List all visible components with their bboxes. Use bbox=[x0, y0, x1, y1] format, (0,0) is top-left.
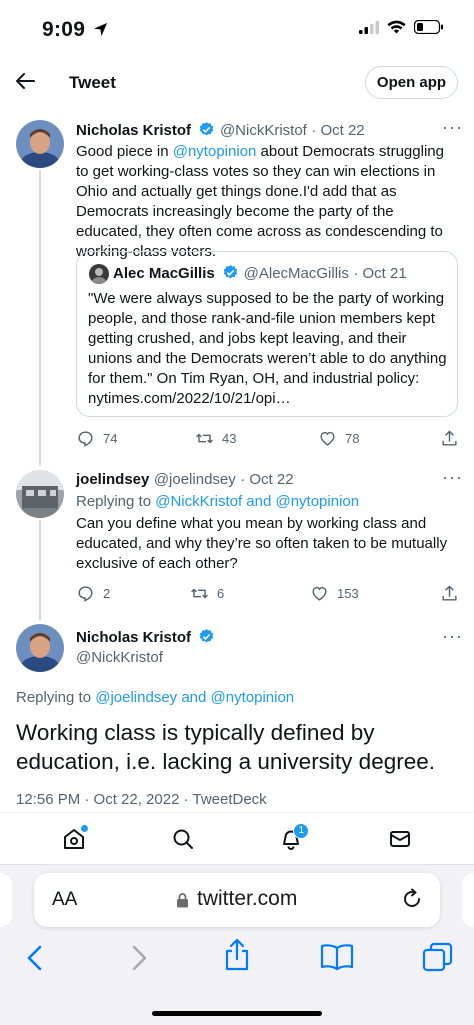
reload-icon[interactable] bbox=[401, 888, 423, 915]
reply-icon bbox=[78, 431, 93, 447]
retweet-icon bbox=[196, 433, 213, 444]
home-indicator bbox=[152, 1011, 322, 1016]
open-app-button[interactable]: Open app bbox=[365, 66, 458, 99]
tweet-date[interactable]: · Oct 22 bbox=[311, 122, 364, 139]
back-arrow-icon[interactable] bbox=[14, 70, 40, 96]
replying-to: Replying to @joelindsey and @nytopinion bbox=[16, 689, 295, 706]
bookmarks-book-icon[interactable] bbox=[320, 943, 354, 976]
avatar[interactable] bbox=[16, 120, 64, 168]
quote-author-name: Alec MacGillis bbox=[113, 265, 215, 282]
tweet-meta: 12:56 PM · Oct 22, 2022 · TweetDeck bbox=[16, 791, 267, 808]
cellular-signal-icon bbox=[359, 20, 379, 39]
retweet-button[interactable]: 6 bbox=[190, 584, 224, 603]
thread-connector bbox=[39, 520, 41, 620]
thread-connector bbox=[39, 170, 41, 466]
reply-count: 74 bbox=[103, 431, 118, 446]
retweet-count: 43 bbox=[222, 431, 237, 446]
quote-date: · Oct 21 bbox=[353, 265, 407, 282]
like-button[interactable]: 153 bbox=[310, 584, 359, 603]
author-handle[interactable]: @NickKristof bbox=[76, 649, 163, 666]
mention-link[interactable]: @nytopinion bbox=[173, 143, 257, 160]
avatar[interactable] bbox=[16, 624, 64, 672]
reader-options-button[interactable]: AA bbox=[52, 889, 77, 911]
more-options-icon[interactable]: ··· bbox=[442, 117, 463, 138]
explore-button[interactable] bbox=[163, 819, 203, 859]
reply-icon bbox=[78, 586, 93, 602]
back-chevron-icon[interactable] bbox=[24, 944, 48, 977]
tabs-icon[interactable] bbox=[422, 942, 454, 977]
like-count: 153 bbox=[337, 586, 359, 601]
verified-badge-icon bbox=[198, 121, 215, 138]
previous-tab-peek[interactable] bbox=[0, 873, 12, 927]
author-name[interactable]: Nicholas Kristof bbox=[76, 122, 191, 139]
reply-button[interactable]: 74 bbox=[76, 429, 117, 448]
author-handle[interactable]: @NickKristof bbox=[220, 122, 307, 139]
share-icon bbox=[442, 585, 457, 601]
reply-count: 2 bbox=[103, 586, 111, 601]
messages-button[interactable] bbox=[380, 819, 420, 859]
like-button[interactable]: 78 bbox=[318, 429, 359, 448]
url-text[interactable]: twitter.com bbox=[197, 887, 297, 911]
tweet-date[interactable]: · Oct 22 bbox=[240, 471, 293, 488]
main-tweet-text: Working class is typically defined by ed… bbox=[16, 720, 435, 774]
retweet-button[interactable]: 43 bbox=[195, 429, 236, 448]
more-options-icon[interactable]: ··· bbox=[442, 626, 463, 647]
replying-to-link[interactable]: @NickKristof and @nytopinion bbox=[155, 493, 359, 510]
notifications-button[interactable]: 1 bbox=[271, 819, 311, 859]
bottom-navigation: 1 bbox=[0, 812, 474, 864]
heart-icon bbox=[312, 586, 327, 601]
status-time: 9:09 bbox=[42, 18, 86, 41]
forward-chevron-icon[interactable] bbox=[126, 944, 150, 977]
quote-author-handle: @AlecMacGillis bbox=[243, 265, 349, 282]
search-icon bbox=[173, 829, 193, 849]
replying-to: Replying to @NickKristof and @nytopinion bbox=[76, 493, 360, 510]
location-arrow-icon bbox=[93, 22, 108, 42]
home-unread-dot bbox=[81, 824, 89, 832]
home-button[interactable] bbox=[54, 819, 94, 859]
author-name[interactable]: Nicholas Kristof bbox=[76, 629, 191, 646]
more-options-icon[interactable]: ··· bbox=[442, 467, 463, 488]
page-title: Tweet bbox=[69, 73, 116, 92]
replying-to-link[interactable]: @joelindsey and @nytopinion bbox=[95, 689, 294, 706]
verified-badge-icon bbox=[222, 264, 239, 281]
main-tweet-author: Nicholas Kristof bbox=[76, 628, 215, 647]
verified-badge-icon bbox=[198, 628, 215, 645]
author-handle[interactable]: @joelindsey bbox=[154, 471, 236, 488]
like-count: 78 bbox=[345, 431, 360, 446]
quote-avatar bbox=[89, 264, 109, 284]
reply-button[interactable]: 2 bbox=[76, 584, 110, 603]
share-sheet-icon[interactable] bbox=[224, 938, 250, 977]
status-indicators bbox=[359, 19, 444, 39]
envelope-icon bbox=[389, 830, 410, 847]
tweet-text: Can you define what you mean by working … bbox=[76, 515, 448, 572]
share-button[interactable] bbox=[440, 584, 459, 603]
notification-badge: 1 bbox=[293, 822, 310, 839]
retweet-count: 6 bbox=[217, 586, 225, 601]
heart-icon bbox=[320, 431, 335, 446]
share-icon bbox=[442, 430, 457, 446]
author-name[interactable]: joelindsey bbox=[76, 471, 149, 488]
tweet-text: Good piece in @nytopinion about Democrat… bbox=[76, 143, 444, 260]
avatar[interactable] bbox=[16, 470, 64, 518]
lock-icon bbox=[176, 892, 189, 913]
battery-icon bbox=[413, 19, 444, 39]
wifi-icon bbox=[387, 20, 406, 39]
share-button[interactable] bbox=[440, 429, 459, 448]
quote-header: Alec MacGillis @AlecMacGillis · Oct 21 bbox=[113, 264, 407, 283]
quote-text: "We were always supposed to be the party… bbox=[88, 290, 447, 407]
next-tab-peek[interactable] bbox=[462, 873, 474, 927]
tweet-header: joelindsey @joelindsey · Oct 22 bbox=[76, 471, 294, 489]
tweet-header: Nicholas Kristof @NickKristof · Oct 22 bbox=[76, 121, 436, 140]
retweet-icon bbox=[191, 588, 208, 599]
